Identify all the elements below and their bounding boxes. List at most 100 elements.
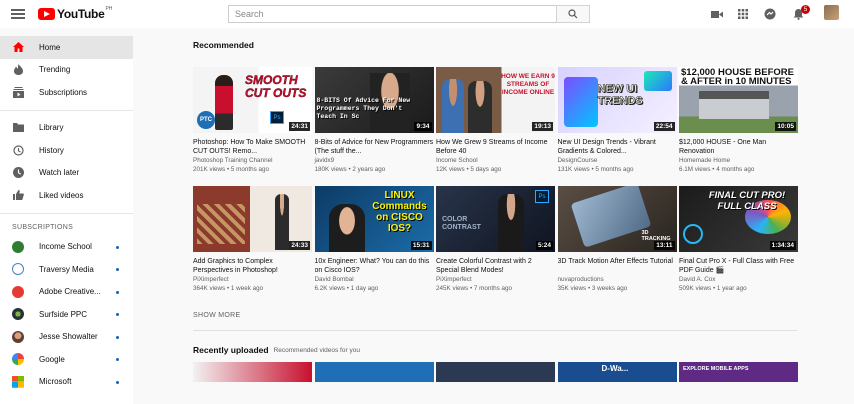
new-content-dot bbox=[116, 245, 119, 249]
thumbnail-text: HOW WE EARN 9 STREAMS OF INCOME ONLINE bbox=[501, 73, 555, 96]
main-content: Recommended SMOOTH CUT OUTS PTC Ps 24:31… bbox=[193, 36, 803, 382]
create-video-icon[interactable] bbox=[710, 7, 724, 21]
account-avatar[interactable] bbox=[824, 5, 839, 20]
sidebar-item-label: Liked videos bbox=[39, 190, 84, 200]
video-title[interactable]: $12,000 HOUSE - One Man Renovation bbox=[679, 138, 798, 156]
messages-icon[interactable] bbox=[763, 7, 777, 21]
google-logo-icon bbox=[12, 353, 24, 366]
microsoft-logo-icon bbox=[12, 375, 24, 388]
subscriptions-heading: SUBSCRIPTIONS bbox=[12, 224, 74, 231]
video-duration: 9:34 bbox=[414, 122, 432, 131]
video-card[interactable]: FINAL CUT PRO! FULL CLASS 1:34:34 Final … bbox=[679, 186, 798, 293]
sidebar-item-home[interactable]: Home bbox=[0, 36, 133, 59]
channel-name[interactable]: DesignCourse bbox=[558, 156, 677, 165]
video-thumbnail[interactable] bbox=[314, 362, 434, 382]
youtube-logo[interactable]: YouTube PH bbox=[38, 6, 113, 21]
section-title-recommended: Recommended bbox=[193, 40, 254, 50]
channel-avatar bbox=[12, 240, 24, 253]
video-thumbnail[interactable] bbox=[436, 362, 555, 382]
video-duration: 24:31 bbox=[289, 122, 310, 131]
photoshop-logo-icon: Ps bbox=[270, 111, 284, 124]
play-logo-icon bbox=[38, 8, 55, 20]
video-card[interactable]: COLOR CONTRAST Ps 5:24 Create Colorful C… bbox=[436, 186, 555, 293]
logo-region: PH bbox=[105, 6, 113, 12]
video-thumbnail[interactable]: HOW WE EARN 9 STREAMS OF INCOME ONLINE 1… bbox=[436, 67, 555, 133]
channel-badge-icon: PTC bbox=[197, 111, 215, 129]
thumbnail-text: SMOOTH CUT OUTS bbox=[245, 73, 307, 100]
video-thumbnail[interactable]: 3D TRACKING 13:11 bbox=[557, 186, 677, 252]
new-content-dot bbox=[116, 268, 119, 271]
channel-name[interactable]: David Bombal bbox=[315, 275, 434, 284]
video-thumbnail[interactable]: 24:33 bbox=[193, 186, 312, 252]
video-card[interactable]: $12,000 HOUSE BEFORE & AFTER in 10 MINUT… bbox=[679, 67, 798, 174]
channel-name[interactable]: PiXimperfect bbox=[436, 275, 555, 284]
sidebar-channel-income-school[interactable]: Income School bbox=[0, 236, 133, 259]
video-thumbnail[interactable]: LINUX Commands on CISCO IOS? 15:31 bbox=[314, 186, 434, 252]
video-card[interactable]: 24:33 Add Graphics to Complex Perspectiv… bbox=[193, 186, 312, 293]
sidebar-item-trending[interactable]: Trending bbox=[0, 59, 133, 82]
video-card[interactable]: LINUX Commands on CISCO IOS? 15:31 10x E… bbox=[314, 186, 434, 293]
video-thumbnail[interactable]: SMOOTH CUT OUTS PTC Ps 24:31 bbox=[193, 67, 312, 133]
section-divider bbox=[193, 330, 797, 331]
sidebar-item-watch-later[interactable]: Watch later bbox=[0, 162, 133, 185]
video-thumbnail[interactable]: NEW UI TRENDS 22:54 bbox=[557, 67, 677, 133]
video-title[interactable]: How We Grew 9 Streams of Income Before 4… bbox=[436, 138, 555, 156]
search-input[interactable] bbox=[228, 5, 556, 23]
channel-name[interactable]: javidx9 bbox=[315, 156, 434, 165]
channel-name[interactable]: nuvaproductions bbox=[558, 275, 677, 284]
sidebar-channel-traversy-media[interactable]: Traversy Media bbox=[0, 258, 133, 281]
video-title[interactable]: 3D Track Motion After Effects Tutorial bbox=[558, 257, 677, 275]
apps-grid-icon[interactable] bbox=[736, 7, 750, 21]
show-more-button[interactable]: SHOW MORE bbox=[193, 312, 803, 324]
video-meta: 6.2K views • 1 day ago bbox=[314, 285, 379, 292]
history-icon bbox=[12, 144, 24, 156]
sidebar-item-label: Watch later bbox=[39, 168, 80, 178]
channel-name[interactable]: PiXimperfect bbox=[193, 275, 312, 284]
video-title[interactable]: Add Graphics to Complex Perspectives in … bbox=[193, 257, 312, 275]
sidebar-item-subscriptions[interactable]: Subscriptions bbox=[0, 81, 133, 104]
video-title[interactable]: Photoshop: How To Make SMOOTH CUT OUTS! … bbox=[193, 138, 312, 156]
video-card[interactable]: 8-BITS Of Advice For New Programmers The… bbox=[314, 67, 434, 174]
sidebar-item-library[interactable]: Library bbox=[0, 117, 133, 140]
video-thumbnail[interactable]: COLOR CONTRAST Ps 5:24 bbox=[436, 186, 555, 252]
folder-icon bbox=[12, 122, 24, 134]
video-thumbnail[interactable]: D-Wa... bbox=[557, 362, 677, 382]
sidebar-channel-google[interactable]: Google bbox=[0, 348, 133, 371]
sidebar-channel-surfside-ppc[interactable]: Surfside PPC bbox=[0, 303, 133, 326]
channel-name[interactable]: Photoshop Training Channel bbox=[193, 156, 312, 165]
search-button[interactable] bbox=[556, 5, 590, 23]
sidebar-item-label: Jesse Showalter bbox=[39, 332, 98, 342]
video-card[interactable]: 3D TRACKING 13:11 3D Track Motion After … bbox=[557, 186, 677, 293]
channel-name[interactable]: Income School bbox=[436, 156, 555, 165]
video-thumbnail[interactable]: 8-BITS Of Advice For New Programmers The… bbox=[314, 67, 434, 133]
sidebar-item-label: Income School bbox=[39, 242, 92, 252]
sidebar-item-history[interactable]: History bbox=[0, 139, 133, 162]
sidebar-channel-microsoft[interactable]: Microsoft bbox=[0, 371, 133, 394]
hamburger-menu-icon[interactable] bbox=[10, 6, 26, 22]
sidebar-item-liked-videos[interactable]: Liked videos bbox=[0, 184, 133, 207]
video-title[interactable]: Create Colorful Contrast with 2 Special … bbox=[436, 257, 555, 275]
video-card[interactable]: NEW UI TRENDS 22:54 New UI Design Trends… bbox=[557, 67, 677, 174]
video-grid-row: 24:33 Add Graphics to Complex Perspectiv… bbox=[193, 186, 803, 293]
sidebar-channel-jesse-showalter[interactable]: Jesse Showalter bbox=[0, 326, 133, 349]
sidebar-channel-adobe-creative[interactable]: Adobe Creative... bbox=[0, 281, 133, 304]
video-title[interactable]: Final Cut Pro X - Full Class with Free P… bbox=[679, 257, 798, 275]
video-meta: 509K views • 1 year ago bbox=[679, 285, 747, 292]
video-card[interactable]: HOW WE EARN 9 STREAMS OF INCOME ONLINE 1… bbox=[436, 67, 555, 174]
thumbs-up-icon bbox=[12, 189, 24, 201]
video-thumbnail[interactable]: $12,000 HOUSE BEFORE & AFTER in 10 MINUT… bbox=[679, 67, 798, 133]
channel-name[interactable]: David A. Cox bbox=[679, 275, 798, 284]
power-icon bbox=[683, 224, 703, 244]
video-title[interactable]: New UI Design Trends - Vibrant Gradients… bbox=[558, 138, 677, 156]
video-thumbnail[interactable]: EXPLORE MOBILE APPS bbox=[679, 362, 798, 382]
video-title[interactable]: 8-Bits of Advice for New Programmers (Th… bbox=[315, 138, 434, 156]
video-thumbnail[interactable]: FINAL CUT PRO! FULL CLASS 1:34:34 bbox=[679, 186, 798, 252]
section-title-recent: Recently uploaded bbox=[193, 345, 269, 355]
video-card[interactable]: SMOOTH CUT OUTS PTC Ps 24:31 Photoshop: … bbox=[193, 67, 312, 174]
notification-count-badge: 5 bbox=[801, 5, 810, 14]
new-content-dot bbox=[116, 335, 119, 339]
video-title[interactable]: 10x Engineer: What? You can do this on C… bbox=[315, 257, 434, 275]
channel-name[interactable]: Homemade Home bbox=[679, 156, 798, 165]
sidebar-item-label: History bbox=[39, 145, 64, 155]
video-thumbnail[interactable] bbox=[193, 362, 312, 382]
